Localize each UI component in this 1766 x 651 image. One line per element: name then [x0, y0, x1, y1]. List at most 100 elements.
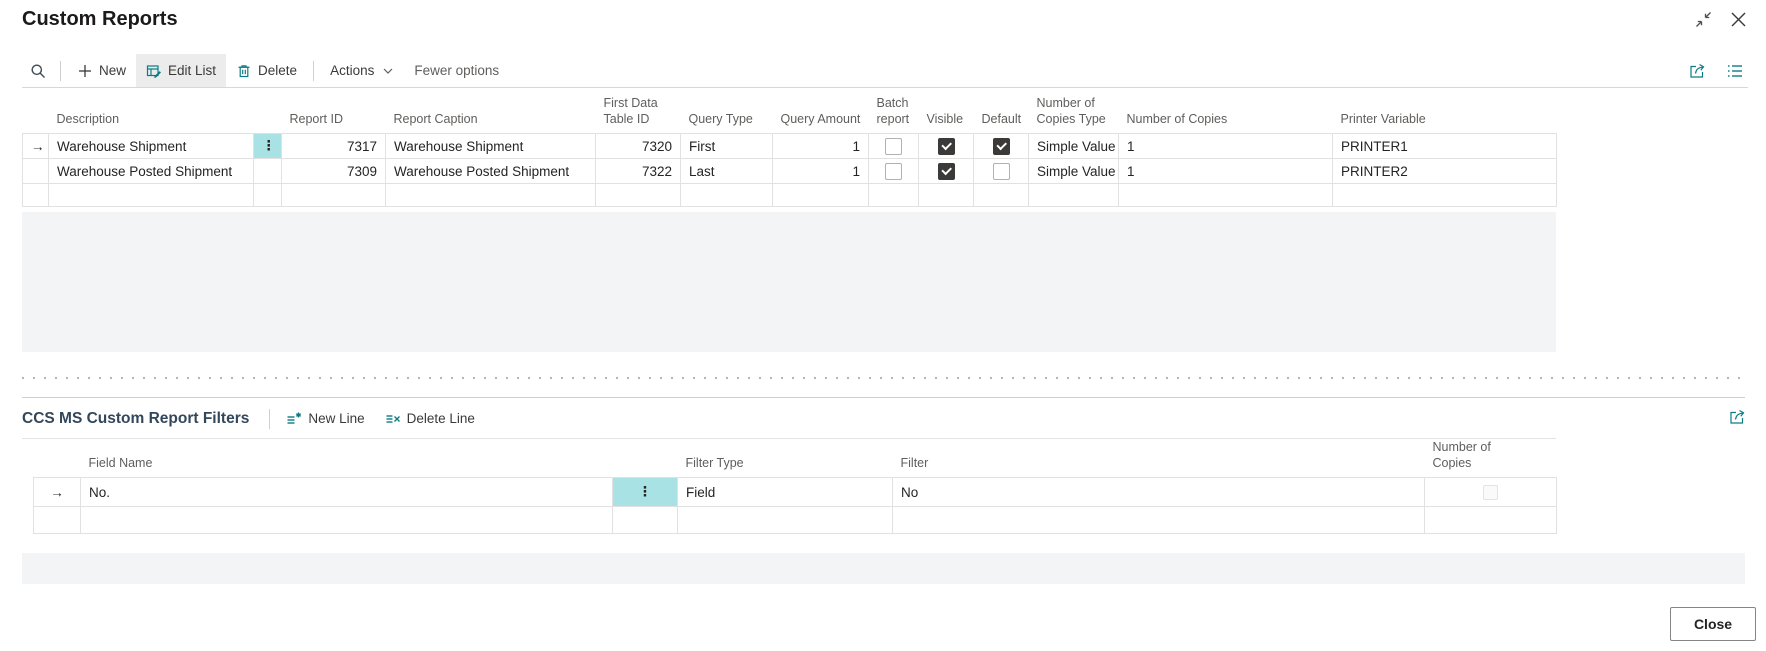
number-of-copies-cell[interactable]: 1 — [1119, 159, 1333, 184]
col-default[interactable]: Default — [974, 96, 1029, 134]
filters-part-header: CCS MS Custom Report Filters New Line De… — [22, 397, 1745, 439]
col-printer-variable[interactable]: Printer Variable — [1333, 96, 1557, 134]
toolbar-divider — [60, 61, 61, 81]
actions-button[interactable]: Actions — [320, 54, 404, 87]
batch-report-checkbox[interactable] — [885, 163, 902, 180]
new-button[interactable]: New — [67, 54, 136, 87]
filters-table: Field Name Filter Type Filter Number of … — [33, 440, 1557, 534]
query-type-cell[interactable]: First — [681, 134, 773, 159]
collapse-window-icon[interactable] — [1694, 10, 1713, 29]
visible-checkbox[interactable] — [938, 163, 955, 180]
col-report-caption[interactable]: Report Caption — [386, 96, 596, 134]
delete-button[interactable]: Delete — [226, 54, 307, 87]
col-query-type[interactable]: Query Type — [681, 96, 773, 134]
number-of-copies-type-cell[interactable]: Simple Value — [1029, 159, 1119, 184]
report-id-cell[interactable]: 7317 — [282, 134, 386, 159]
table-row: Warehouse Posted Shipment 7309 Warehouse… — [23, 159, 1557, 184]
col-number-of-copies[interactable]: Number of Copies — [1425, 440, 1557, 478]
edit-list-button[interactable]: Edit List — [136, 54, 226, 87]
field-name-cell[interactable]: No. — [81, 478, 613, 507]
report-caption-cell[interactable]: Warehouse Posted Shipment — [386, 159, 596, 184]
default-checkbox[interactable] — [993, 163, 1010, 180]
search-icon — [30, 63, 46, 79]
col-filter[interactable]: Filter — [893, 440, 1425, 478]
col-batch-report[interactable]: Batch report — [869, 96, 919, 134]
row-options-ellipsis[interactable] — [254, 159, 282, 184]
close-button[interactable]: Close — [1670, 607, 1756, 641]
visible-checkbox[interactable] — [938, 138, 955, 155]
empty-table-row[interactable] — [34, 507, 1557, 534]
plus-icon — [77, 63, 93, 79]
search-button[interactable] — [22, 54, 54, 87]
col-number-of-copies-type[interactable]: Number of Copies Type — [1029, 96, 1119, 134]
col-visible[interactable]: Visible — [919, 96, 974, 134]
command-bar: New Edit List Delete Actions — [22, 54, 1748, 88]
section-dotted-separator — [22, 377, 1745, 379]
number-of-copies-checkbox — [1483, 485, 1498, 500]
report-id-cell[interactable]: 7309 — [282, 159, 386, 184]
delete-line-icon — [385, 411, 401, 427]
list-background-panel — [22, 212, 1556, 352]
number-of-copies-cell[interactable]: 1 — [1119, 134, 1333, 159]
edit-list-button-label: Edit List — [168, 63, 216, 78]
toolbar-right-icons — [1688, 62, 1748, 80]
new-button-label: New — [99, 63, 126, 78]
empty-table-row[interactable] — [23, 184, 1557, 207]
fewer-options-label: Fewer options — [414, 63, 499, 78]
custom-reports-page: Custom Reports New — [0, 0, 1766, 651]
number-of-copies-type-cell[interactable]: Simple Value — [1029, 134, 1119, 159]
report-caption-cell[interactable]: Warehouse Shipment — [386, 134, 596, 159]
toolbar-divider — [313, 61, 314, 81]
close-window-icon[interactable] — [1729, 10, 1748, 29]
reports-table: Description Report ID Report Caption Fir… — [22, 96, 1557, 207]
first-data-table-id-cell[interactable]: 7320 — [596, 134, 681, 159]
col-query-amount[interactable]: Query Amount — [773, 96, 869, 134]
row-options-ellipsis[interactable]: ⋮ — [613, 478, 678, 507]
query-amount-cell[interactable]: 1 — [773, 134, 869, 159]
window-controls — [1694, 10, 1748, 29]
table-row: → No. ⋮ Field No — [34, 478, 1557, 507]
part-background-panel — [22, 553, 1745, 584]
page-title: Custom Reports — [22, 8, 178, 31]
printer-variable-cell[interactable]: PRINTER1 — [1333, 134, 1557, 159]
batch-report-checkbox[interactable] — [885, 138, 902, 155]
new-line-icon — [286, 411, 302, 427]
filter-type-cell[interactable]: Field — [678, 478, 893, 507]
description-cell[interactable]: Warehouse Posted Shipment — [49, 159, 254, 184]
col-filter-type[interactable]: Filter Type — [678, 440, 893, 478]
description-cell[interactable]: Warehouse Shipment — [49, 134, 254, 159]
col-field-name[interactable]: Field Name — [81, 440, 613, 478]
table-row: → Warehouse Shipment ⋮ 7317 Warehouse Sh… — [23, 134, 1557, 159]
filter-cell[interactable]: No — [893, 478, 1425, 507]
default-checkbox[interactable] — [993, 138, 1010, 155]
reports-header-row: Description Report ID Report Caption Fir… — [23, 96, 1557, 134]
part-header-underline — [22, 438, 1556, 439]
row-options-ellipsis[interactable]: ⋮ — [254, 134, 282, 159]
active-row-arrow-icon: → — [34, 478, 81, 507]
col-description[interactable]: Description — [49, 96, 254, 134]
delete-line-button[interactable]: Delete Line — [375, 402, 485, 435]
filters-part-title: CCS MS Custom Report Filters — [22, 410, 249, 428]
active-row-arrow-icon: → — [23, 134, 49, 159]
part-share-icon[interactable] — [1728, 408, 1746, 426]
filters-header-row: Field Name Filter Type Filter Number of … — [34, 440, 1557, 478]
list-view-icon[interactable] — [1726, 62, 1744, 80]
share-icon[interactable] — [1688, 62, 1706, 80]
col-number-of-copies[interactable]: Number of Copies — [1119, 96, 1333, 134]
delete-line-label: Delete Line — [407, 411, 475, 426]
edit-list-icon — [146, 63, 162, 79]
part-header-divider — [269, 409, 270, 429]
col-first-data-table-id[interactable]: First Data Table ID — [596, 96, 681, 134]
trash-icon — [236, 63, 252, 79]
first-data-table-id-cell[interactable]: 7322 — [596, 159, 681, 184]
chevron-down-icon — [382, 65, 394, 77]
col-report-id[interactable]: Report ID — [282, 96, 386, 134]
new-line-label: New Line — [308, 411, 364, 426]
printer-variable-cell[interactable]: PRINTER2 — [1333, 159, 1557, 184]
new-line-button[interactable]: New Line — [276, 402, 374, 435]
query-amount-cell[interactable]: 1 — [773, 159, 869, 184]
actions-button-label: Actions — [330, 63, 374, 78]
delete-button-label: Delete — [258, 63, 297, 78]
fewer-options-button[interactable]: Fewer options — [404, 54, 509, 87]
query-type-cell[interactable]: Last — [681, 159, 773, 184]
